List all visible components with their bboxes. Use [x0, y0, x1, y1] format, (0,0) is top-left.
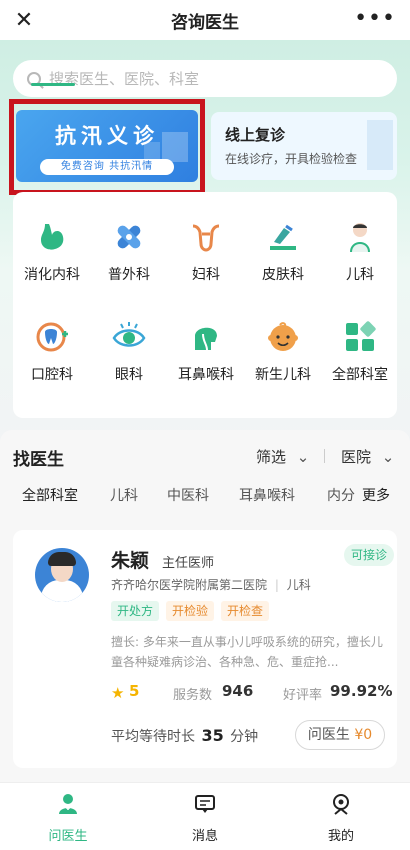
doctor-department: 儿科 — [286, 578, 311, 592]
wait-unit: 分钟 — [230, 729, 259, 745]
chevron-down-icon: ⌄ — [296, 448, 310, 466]
child-icon — [343, 220, 377, 254]
doctor-name: 朱颖 — [111, 550, 150, 572]
nav-messages[interactable]: 消息 — [165, 793, 245, 844]
tab-pediatrics[interactable]: 儿科 — [110, 485, 138, 505]
tab-tcm[interactable]: 中医科 — [167, 485, 209, 505]
dept-ent[interactable]: 耳鼻喉科 — [168, 320, 244, 400]
doctor-card[interactable]: 朱颖 主任医师 可接诊 齐齐哈尔医学院附属第二医院 | 儿科 开处方 开检验 开… — [13, 530, 397, 768]
search-input[interactable]: 搜索医生、医院、科室 — [13, 60, 397, 97]
doctor-title: 主任医师 — [162, 556, 215, 571]
hospital-name: 齐齐哈尔医学院附属第二医院 — [111, 578, 268, 592]
dept-label: 皮肤科 — [262, 267, 304, 283]
profile-icon — [301, 793, 381, 819]
page-title: 咨询医生 — [171, 12, 239, 33]
eye-icon — [112, 320, 146, 354]
doctor-stats: ★ 5 服务数 946 好评率 99.92% — [111, 682, 392, 706]
doctor-icon — [28, 793, 108, 819]
wait-time: 平均等待时长 35 分钟 — [111, 726, 258, 746]
stomach-icon — [35, 220, 69, 254]
baby-icon — [266, 320, 300, 354]
dept-label: 新生儿科 — [255, 367, 311, 383]
section-title: 找医生 — [13, 450, 64, 470]
nav-ask-doctor[interactable]: 问医生 — [28, 793, 108, 844]
online-subtitle: 在线诊疗，开具检验检查 — [225, 152, 358, 166]
dept-dermatology[interactable]: 皮肤科 — [245, 220, 321, 300]
praise-label: 好评率 — [283, 688, 323, 703]
dermatology-icon — [266, 220, 300, 254]
divider — [324, 449, 325, 463]
status-badge: 可接诊 — [344, 544, 395, 566]
dept-label: 耳鼻喉科 — [178, 367, 234, 383]
wait-value: 35 — [201, 726, 224, 745]
promo-banner[interactable]: 抗汛义诊 免费咨询 共抗汛情 — [16, 110, 198, 182]
bandage-icon — [112, 220, 146, 254]
ent-icon — [189, 320, 223, 354]
ask-price: ¥0 — [354, 727, 373, 743]
nav-label: 我的 — [327, 829, 354, 844]
doctor-description: 擅长: 多年来一直从事小儿呼吸系统的研究，擅长儿童各种疑难病诊治、各种急、危、重… — [111, 635, 383, 669]
service-tags: 开处方 开检验 开检查 — [111, 601, 270, 621]
dept-general-surgery[interactable]: 普外科 — [91, 220, 167, 300]
tooth-icon — [35, 320, 69, 354]
filter-label: 筛选 — [256, 448, 287, 466]
dept-ophthalmology[interactable]: 眼科 — [91, 320, 167, 400]
service-label: 服务数 — [173, 688, 213, 703]
tab-all-departments[interactable]: 全部科室 — [22, 485, 78, 505]
service-count: 946 — [222, 682, 254, 700]
chevron-down-icon: ⌄ — [381, 448, 395, 466]
uterus-icon — [189, 220, 223, 254]
promo-title: 抗汛义诊 — [55, 124, 159, 148]
department-tabs: 全部科室 儿科 中医科 耳鼻喉科 内分 更多 — [0, 480, 410, 560]
dept-stomatology[interactable]: 口腔科 — [14, 320, 90, 400]
nav-profile[interactable]: 我的 — [301, 793, 381, 844]
online-followup-card[interactable]: 线上复诊 在线诊疗，开具检验检查 — [211, 112, 397, 180]
department-grid: 消化内科 普外科 妇科 皮肤科 儿科 口腔科 眼科 耳鼻喉科 新生儿科 全部科室 — [13, 192, 397, 418]
avatar — [35, 548, 89, 602]
message-icon — [165, 793, 245, 819]
nav-label: 消息 — [191, 829, 218, 844]
hospital-dropdown[interactable]: 医院 ⌄ — [341, 446, 394, 467]
praise-rate: 99.92% — [330, 682, 393, 700]
tag-examination: 开检查 — [221, 601, 270, 621]
doctor-hospital: 齐齐哈尔医学院附属第二医院 | 儿科 — [111, 578, 311, 592]
dept-pediatrics[interactable]: 儿科 — [322, 220, 398, 300]
tag-lab-test: 开检验 — [166, 601, 215, 621]
online-title: 线上复诊 — [225, 126, 286, 144]
bottom-nav: 问医生 消息 我的 — [0, 782, 410, 850]
nav-label: 问医生 — [48, 829, 88, 844]
ask-label: 问医生 — [307, 727, 350, 743]
dept-label: 口腔科 — [31, 367, 73, 383]
filter-dropdown[interactable]: 筛选 ⌄ — [256, 446, 309, 467]
tab-more[interactable]: 更多 — [362, 485, 390, 505]
top-bar: ✕ 咨询医生 ••• — [0, 0, 410, 40]
dept-gynecology[interactable]: 妇科 — [168, 220, 244, 300]
dept-label: 眼科 — [115, 367, 143, 383]
hospital-label: 医院 — [341, 448, 372, 466]
active-tab-indicator — [31, 83, 75, 86]
dept-label: 消化内科 — [24, 267, 80, 283]
close-icon[interactable]: ✕ — [10, 6, 38, 34]
grid-icon — [343, 320, 377, 354]
promo-subtitle: 免费咨询 共抗汛情 — [40, 159, 174, 175]
tag-prescription: 开处方 — [111, 601, 160, 621]
more-icon[interactable]: ••• — [354, 6, 396, 31]
wait-label: 平均等待时长 — [111, 729, 195, 745]
tab-ent[interactable]: 耳鼻喉科 — [239, 485, 295, 505]
star-icon: ★ — [111, 684, 125, 702]
dept-label: 全部科室 — [332, 367, 388, 383]
ask-doctor-button[interactable]: 问医生 ¥0 — [295, 720, 385, 750]
dept-label: 儿科 — [346, 267, 374, 283]
tab-endocrinology[interactable]: 内分 — [327, 485, 355, 505]
building-decoration — [367, 120, 393, 170]
promo-highlight-frame: 抗汛义诊 免费咨询 共抗汛情 — [9, 99, 205, 195]
dept-digestive[interactable]: 消化内科 — [14, 220, 90, 300]
rating-value: 5 — [129, 682, 140, 700]
dept-label: 普外科 — [108, 267, 150, 283]
dept-all[interactable]: 全部科室 — [322, 320, 398, 400]
dept-label: 妇科 — [192, 267, 220, 283]
dept-neonatology[interactable]: 新生儿科 — [245, 320, 321, 400]
